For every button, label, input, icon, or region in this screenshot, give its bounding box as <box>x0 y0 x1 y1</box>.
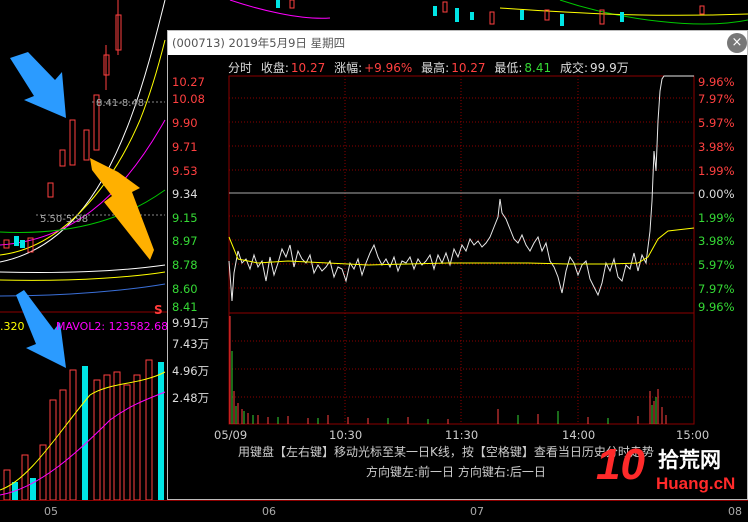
price-tick: 9.34 <box>172 187 198 201</box>
mavol2-value: MAVOL2: 123582.680 <box>56 320 176 333</box>
time-tick: 14:00 <box>562 428 596 442</box>
orange-arrow-icon <box>90 158 154 260</box>
time-tick: 05/09 <box>214 428 248 442</box>
pct-tick: 9.96% <box>698 300 735 314</box>
price-tick: 9.53 <box>172 164 198 178</box>
watermark-cn: 拾荒网 <box>658 448 721 472</box>
blue-arrow-icon <box>10 52 66 118</box>
price-tick: 9.71 <box>172 140 198 154</box>
date-tick: 06 <box>262 505 276 518</box>
pct-tick: 0.00% <box>698 187 735 201</box>
intraday-popup-window: (000713) 2019年5月9日 星期四 × 分时 收盘: 10.27 涨幅:… <box>167 30 748 500</box>
sell-marker-icon: S <box>154 303 163 317</box>
time-tick: 11:30 <box>445 428 479 442</box>
keyboard-hint: 用键盘【左右键】移动光标至某一日K线，按【空格键】查看当日历史分时走势 <box>238 445 654 459</box>
site-watermark-logo: 10 拾荒网 Huang.cN <box>596 440 746 520</box>
date-tick: 05 <box>44 505 58 518</box>
mavol1-value: .320 <box>0 320 25 333</box>
pct-tick: 3.98% <box>698 234 735 248</box>
price-tick: 10.27 <box>172 75 205 89</box>
pct-tick: 7.97% <box>698 282 735 296</box>
pct-tick: 7.97% <box>698 92 735 106</box>
time-tick: 10:30 <box>329 428 363 442</box>
pct-tick: 9.96% <box>698 75 735 89</box>
price-tick: 8.41 <box>172 300 198 314</box>
price-tick: 8.97 <box>172 234 198 248</box>
price-tick: 10.08 <box>172 92 205 106</box>
arrow-key-hint: 方向键左:前一日 方向键右:后一日 <box>366 465 546 479</box>
price-tick: 9.90 <box>172 116 198 130</box>
pct-tick: 3.98% <box>698 140 735 154</box>
volume-tick: 4.96万 <box>172 364 210 378</box>
pct-tick: 5.97% <box>698 258 735 272</box>
mavol-legend: .320 MAVOL2: 123582.680 <box>0 320 175 333</box>
pct-tick: 1.99% <box>698 211 735 225</box>
price-tick: 8.78 <box>172 258 198 272</box>
svg-text:5.50-5.98: 5.50-5.98 <box>40 214 88 225</box>
price-tick: 8.60 <box>172 282 198 296</box>
watermark-digits: 10 <box>596 440 645 489</box>
volume-tick: 2.48万 <box>172 391 210 405</box>
pct-tick: 1.99% <box>698 164 735 178</box>
pct-tick: 5.97% <box>698 116 735 130</box>
price-tick: 9.15 <box>172 211 198 225</box>
date-tick: 07 <box>470 505 484 518</box>
watermark-en: Huang.cN <box>656 474 736 493</box>
svg-text:8.41-8.48: 8.41-8.48 <box>96 98 144 109</box>
volume-tick: 9.91万 <box>172 316 210 330</box>
volume-tick: 7.43万 <box>172 337 210 351</box>
